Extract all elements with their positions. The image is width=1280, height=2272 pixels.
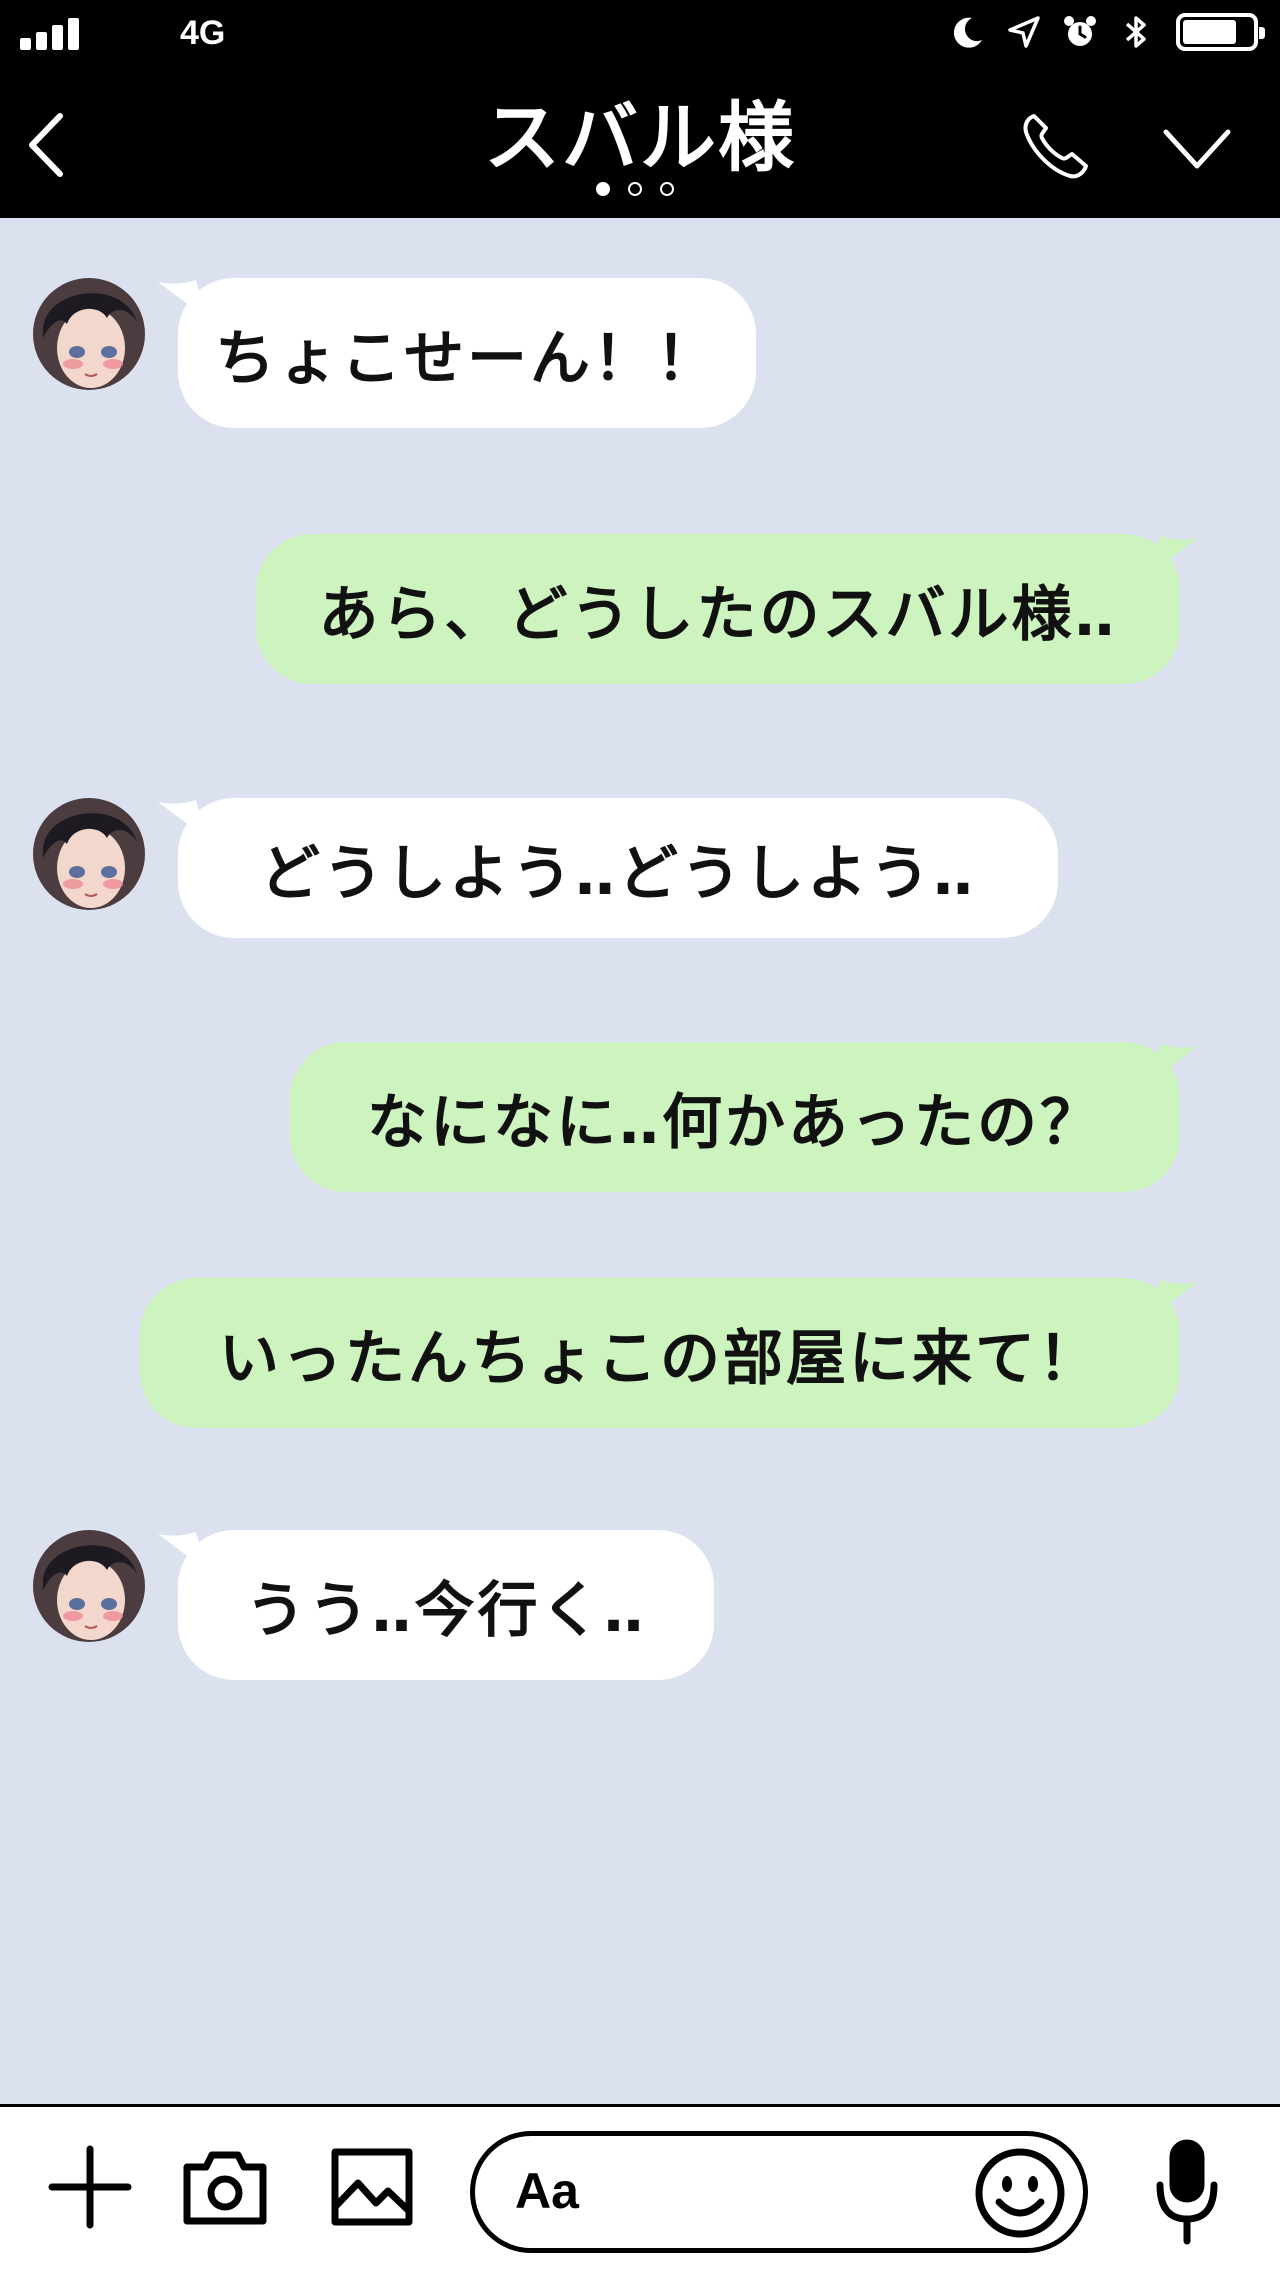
- status-icons: [948, 12, 1265, 52]
- message-bubble-outgoing[interactable]: いったんちょこの部屋に来て！: [140, 1278, 1198, 1428]
- network-type: 4G: [180, 14, 226, 52]
- plus-icon: [48, 2145, 132, 2229]
- avatar[interactable]: [33, 798, 145, 910]
- emoji-button[interactable]: [973, 2146, 1067, 2240]
- status-bar: 4G: [0, 0, 1280, 70]
- message-text: あら、どうしたのスバル様‥: [318, 579, 1118, 650]
- avatar-image: [33, 278, 145, 390]
- camera-button[interactable]: [182, 2147, 268, 2227]
- expand-button[interactable]: [1160, 122, 1234, 176]
- message-bubble-incoming[interactable]: どうしよう‥どうしよう‥: [158, 798, 1058, 938]
- message-text: なになに‥何かあったの？: [366, 1087, 1104, 1158]
- signal-bars-icon: [20, 16, 79, 50]
- voice-button[interactable]: [1152, 2137, 1222, 2247]
- image-button[interactable]: [330, 2147, 414, 2227]
- avatar-image: [33, 1530, 145, 1642]
- chevron-down-icon: [1163, 129, 1231, 169]
- battery-fill: [1183, 20, 1236, 44]
- bluetooth-icon: [1125, 16, 1146, 48]
- alarm-clock-icon: [1064, 16, 1096, 46]
- input-bar: [0, 2104, 1280, 2272]
- top-bar: 4G スバル様: [0, 0, 1280, 218]
- avatar[interactable]: [33, 278, 145, 390]
- page-dot: [596, 182, 610, 196]
- message-input-wrapper[interactable]: [470, 2131, 1088, 2253]
- microphone-icon: [1156, 2139, 1218, 2245]
- location-arrow-icon: [1008, 16, 1040, 48]
- page-indicator: [596, 182, 674, 196]
- page-dot: [660, 182, 674, 196]
- message-bubble-incoming[interactable]: うう‥今行く‥: [158, 1530, 714, 1680]
- avatar[interactable]: [33, 1530, 145, 1642]
- message-input[interactable]: [515, 2156, 935, 2226]
- message-bubble-incoming[interactable]: ちょこせーん！！: [158, 278, 756, 428]
- smiley-icon: [975, 2148, 1065, 2238]
- chat-area[interactable]: ちょこせーん！！ あら、どうしたのスバル様‥ どうしよう‥どうしよう‥ なになに…: [0, 218, 1280, 2104]
- camera-icon: [183, 2151, 267, 2225]
- page-dot: [628, 182, 642, 196]
- message-bubble-outgoing[interactable]: なになに‥何かあったの？: [290, 1042, 1198, 1192]
- image-icon: [331, 2148, 413, 2226]
- avatar-image: [33, 798, 145, 910]
- message-text: うう‥今行く‥: [245, 1575, 647, 1646]
- add-button[interactable]: [48, 2145, 132, 2229]
- moon-icon: [953, 17, 982, 48]
- phone-icon: [1023, 114, 1088, 179]
- message-text: ちょこせーん！！: [215, 323, 719, 394]
- message-bubble-outgoing[interactable]: あら、どうしたのスバル様‥: [256, 534, 1198, 684]
- message-text: いったんちょこの部屋に来て！: [219, 1323, 1101, 1394]
- battery-icon: [1176, 13, 1265, 51]
- call-button[interactable]: [1020, 110, 1092, 182]
- message-text: どうしよう‥どうしよう‥: [259, 838, 977, 909]
